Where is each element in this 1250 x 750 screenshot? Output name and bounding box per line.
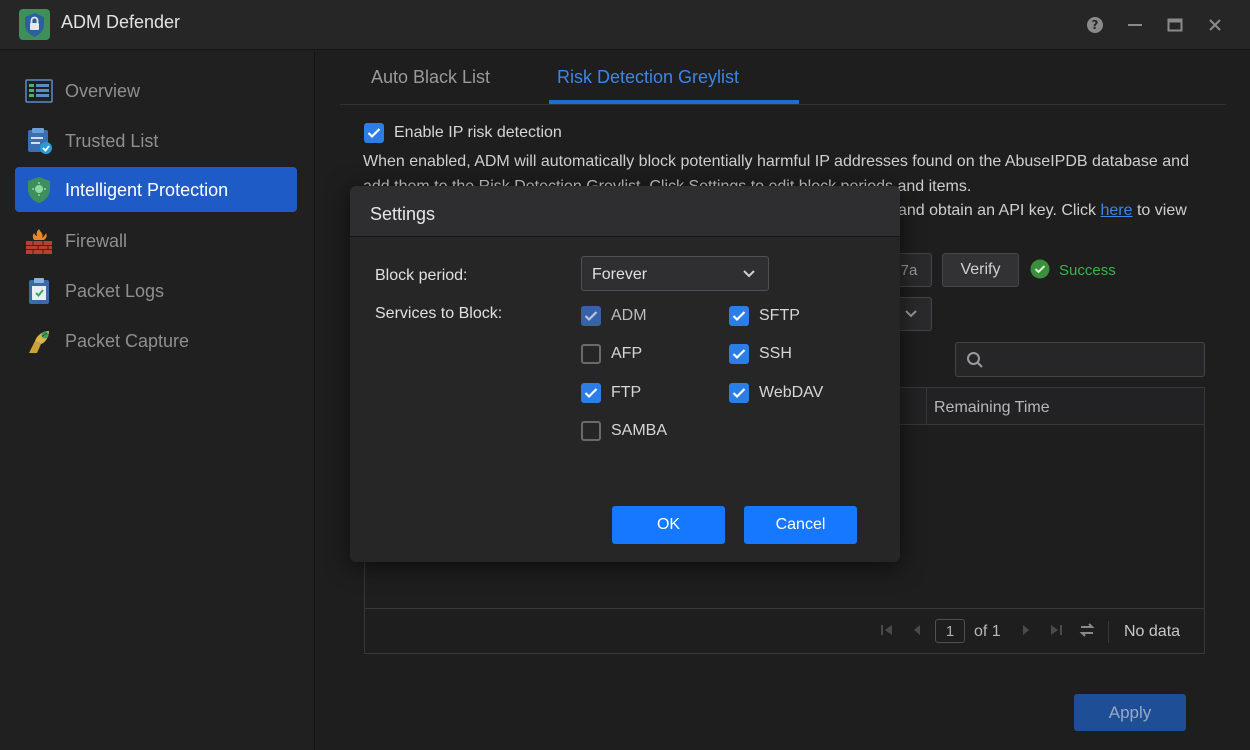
- shield-icon: [28, 177, 50, 203]
- service-ftp[interactable]: FTP: [581, 383, 641, 403]
- svg-text:?: ?: [1092, 18, 1099, 32]
- block-period-value: Forever: [592, 266, 648, 283]
- services-to-block-label: Services to Block:: [375, 305, 503, 322]
- sidebar-item-packet-capture[interactable]: Packet Capture: [15, 318, 297, 363]
- checkmark-icon: [584, 311, 598, 322]
- settings-dialog: Settings Block period: Forever Services …: [350, 186, 900, 562]
- previous-page-icon[interactable]: [911, 623, 923, 637]
- description-line: and obtain an API key. Click: [898, 202, 1097, 219]
- apply-button[interactable]: Apply: [1074, 694, 1186, 731]
- search-icon: [967, 352, 983, 368]
- page-number-input[interactable]: 1: [935, 619, 965, 643]
- sidebar-item-label: Packet Capture: [65, 331, 190, 351]
- description-line: When enabled, ADM will automatically blo…: [363, 153, 1189, 170]
- sidebar-item-label: Packet Logs: [65, 281, 165, 301]
- packet-capture-icon: [29, 331, 49, 353]
- sidebar-item-packet-logs[interactable]: Packet Logs: [15, 268, 297, 313]
- chevron-down-icon: [743, 270, 755, 278]
- service-samba[interactable]: SAMBA: [581, 421, 667, 441]
- verify-button[interactable]: Verify: [942, 253, 1019, 287]
- service-afp[interactable]: AFP: [581, 344, 642, 364]
- enable-risk-detection-checkbox[interactable]: [364, 123, 384, 143]
- tab-bar: Auto Black List Risk Detection Greylist: [340, 51, 1226, 105]
- checkmark-icon: [732, 349, 746, 360]
- trusted-list-icon: [28, 128, 52, 154]
- service-afp-label: AFP: [611, 345, 643, 362]
- clipboard-icon: [29, 278, 49, 304]
- help-icon[interactable]: ?: [1085, 15, 1105, 35]
- service-adm-label: ADM: [611, 307, 647, 324]
- apply-button-label: Apply: [1108, 702, 1152, 722]
- tab-risk-detection-greylist[interactable]: Risk Detection Greylist: [557, 67, 739, 88]
- sidebar-item-trusted-list[interactable]: Trusted List: [15, 118, 297, 163]
- sidebar-item-overview[interactable]: Overview: [15, 68, 297, 113]
- title-bar: ADM Defender ?: [0, 0, 1250, 50]
- service-ftp-checkbox[interactable]: [581, 383, 601, 403]
- first-page-icon[interactable]: [880, 623, 894, 637]
- service-webdav[interactable]: WebDAV: [729, 383, 823, 403]
- service-ssh[interactable]: SSH: [729, 344, 792, 364]
- refresh-icon[interactable]: [1078, 621, 1096, 639]
- service-adm-checkbox[interactable]: [581, 306, 601, 326]
- description-line: to view: [1136, 202, 1187, 219]
- sidebar-item-intelligent-protection[interactable]: Intelligent Protection: [15, 167, 297, 212]
- search-input[interactable]: [955, 342, 1205, 377]
- block-period-select[interactable]: Forever: [581, 256, 769, 291]
- sidebar-item-label: Overview: [65, 81, 141, 101]
- service-samba-checkbox[interactable]: [581, 421, 601, 441]
- checkmark-icon: [732, 311, 746, 322]
- last-page-icon[interactable]: [1049, 623, 1063, 637]
- checkmark-icon: [732, 388, 746, 399]
- sidebar-item-label: Intelligent Protection: [65, 180, 229, 200]
- enable-risk-detection-label: Enable IP risk detection: [394, 124, 562, 141]
- column-header-remaining-time[interactable]: Remaining Time: [934, 399, 1050, 417]
- success-check-icon: [1030, 259, 1050, 279]
- sidebar-item-label: Firewall: [65, 231, 128, 251]
- checkmark-icon: [367, 128, 381, 139]
- service-sftp-checkbox[interactable]: [729, 306, 749, 326]
- active-tab-indicator: [549, 100, 799, 104]
- verify-button-label: Verify: [960, 261, 1001, 278]
- block-period-label: Block period:: [375, 267, 468, 284]
- sidebar: Overview Trusted List Intelligent Protec…: [0, 51, 315, 750]
- sidebar-item-firewall[interactable]: Firewall: [15, 218, 297, 263]
- minimize-icon[interactable]: [1125, 15, 1145, 35]
- ok-button-label: OK: [656, 516, 681, 533]
- page-count: of 1: [974, 623, 1001, 640]
- no-data-label: No data: [1124, 623, 1181, 640]
- here-link[interactable]: here: [1101, 202, 1133, 219]
- dialog-title: Settings: [370, 204, 436, 224]
- service-adm[interactable]: ADM: [581, 306, 647, 326]
- enable-risk-detection-row: Enable IP risk detection: [364, 123, 562, 143]
- overview-icon: [25, 79, 53, 103]
- pagination-bar: 1 of 1 No data: [365, 608, 1204, 653]
- maximize-icon[interactable]: [1165, 15, 1185, 35]
- dialog-header: Settings: [350, 186, 900, 237]
- app-icon: [19, 9, 50, 40]
- next-page-icon[interactable]: [1020, 623, 1032, 637]
- service-webdav-label: WebDAV: [759, 384, 824, 401]
- firewall-icon: [26, 229, 52, 254]
- cancel-button[interactable]: Cancel: [744, 506, 857, 544]
- service-sftp[interactable]: SFTP: [729, 306, 800, 326]
- cancel-button-label: Cancel: [775, 516, 826, 533]
- service-ssh-checkbox[interactable]: [729, 344, 749, 364]
- service-sftp-label: SFTP: [759, 307, 800, 324]
- chevron-down-icon: [905, 310, 917, 318]
- window-title: ADM Defender: [61, 12, 181, 32]
- pagination-divider: [1108, 621, 1109, 643]
- verify-status: Success: [1059, 262, 1116, 279]
- service-ftp-label: FTP: [611, 384, 642, 401]
- column-divider: [926, 388, 927, 425]
- service-afp-checkbox[interactable]: [581, 344, 601, 364]
- close-icon[interactable]: [1205, 15, 1225, 35]
- ok-button[interactable]: OK: [612, 506, 725, 544]
- checkmark-icon: [584, 388, 598, 399]
- service-ssh-label: SSH: [759, 345, 792, 362]
- tab-auto-black-list[interactable]: Auto Black List: [371, 67, 490, 88]
- service-samba-label: SAMBA: [611, 422, 668, 439]
- sidebar-item-label: Trusted List: [65, 131, 159, 151]
- service-webdav-checkbox[interactable]: [729, 383, 749, 403]
